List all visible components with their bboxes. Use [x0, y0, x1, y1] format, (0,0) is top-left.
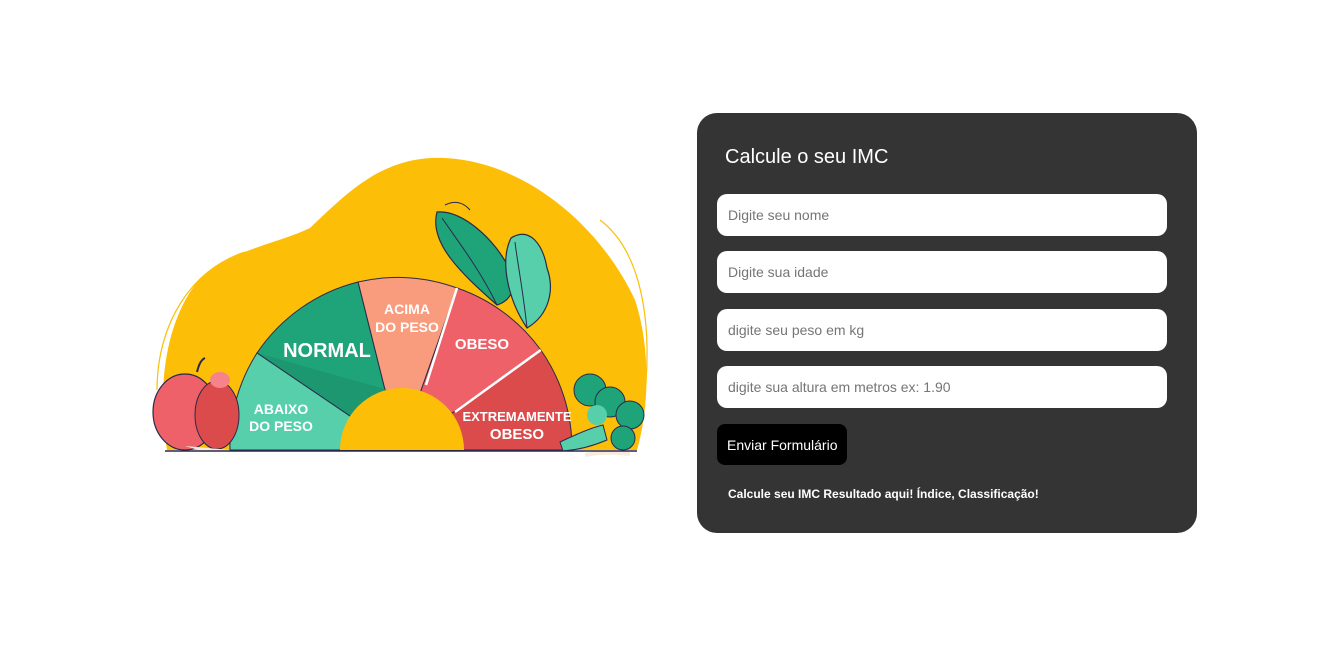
label-abaixo-line1: ABAIXO	[254, 401, 309, 417]
label-acima-line2: DO PESO	[375, 319, 439, 335]
label-obeso: OBESO	[455, 336, 510, 353]
label-acima-line1: ACIMA	[384, 301, 430, 317]
label-extremamente-line2: OBESO	[490, 426, 545, 443]
result-text: Calcule seu IMC Resultado aqui! Índice, …	[728, 487, 1039, 501]
height-input[interactable]	[717, 366, 1167, 408]
weight-input[interactable]	[717, 309, 1167, 351]
label-abaixo-line2: DO PESO	[249, 418, 313, 434]
bmi-gauge-illustration: ABAIXO DO PESO NORMAL ACIMA DO PESO OBES…	[145, 150, 665, 465]
age-input[interactable]	[717, 251, 1167, 293]
label-extremamente-line1: EXTREMAMENTE	[462, 409, 571, 424]
form-title: Calcule o seu IMC	[725, 146, 889, 168]
label-normal: NORMAL	[283, 340, 371, 362]
bmi-gauge-graphic: ABAIXO DO PESO NORMAL ACIMA DO PESO OBES…	[152, 157, 648, 457]
name-input[interactable]	[717, 194, 1167, 236]
imc-form-card: Calcule o seu IMC Enviar Formulário Calc…	[697, 113, 1197, 533]
submit-button[interactable]: Enviar Formulário	[717, 424, 848, 465]
